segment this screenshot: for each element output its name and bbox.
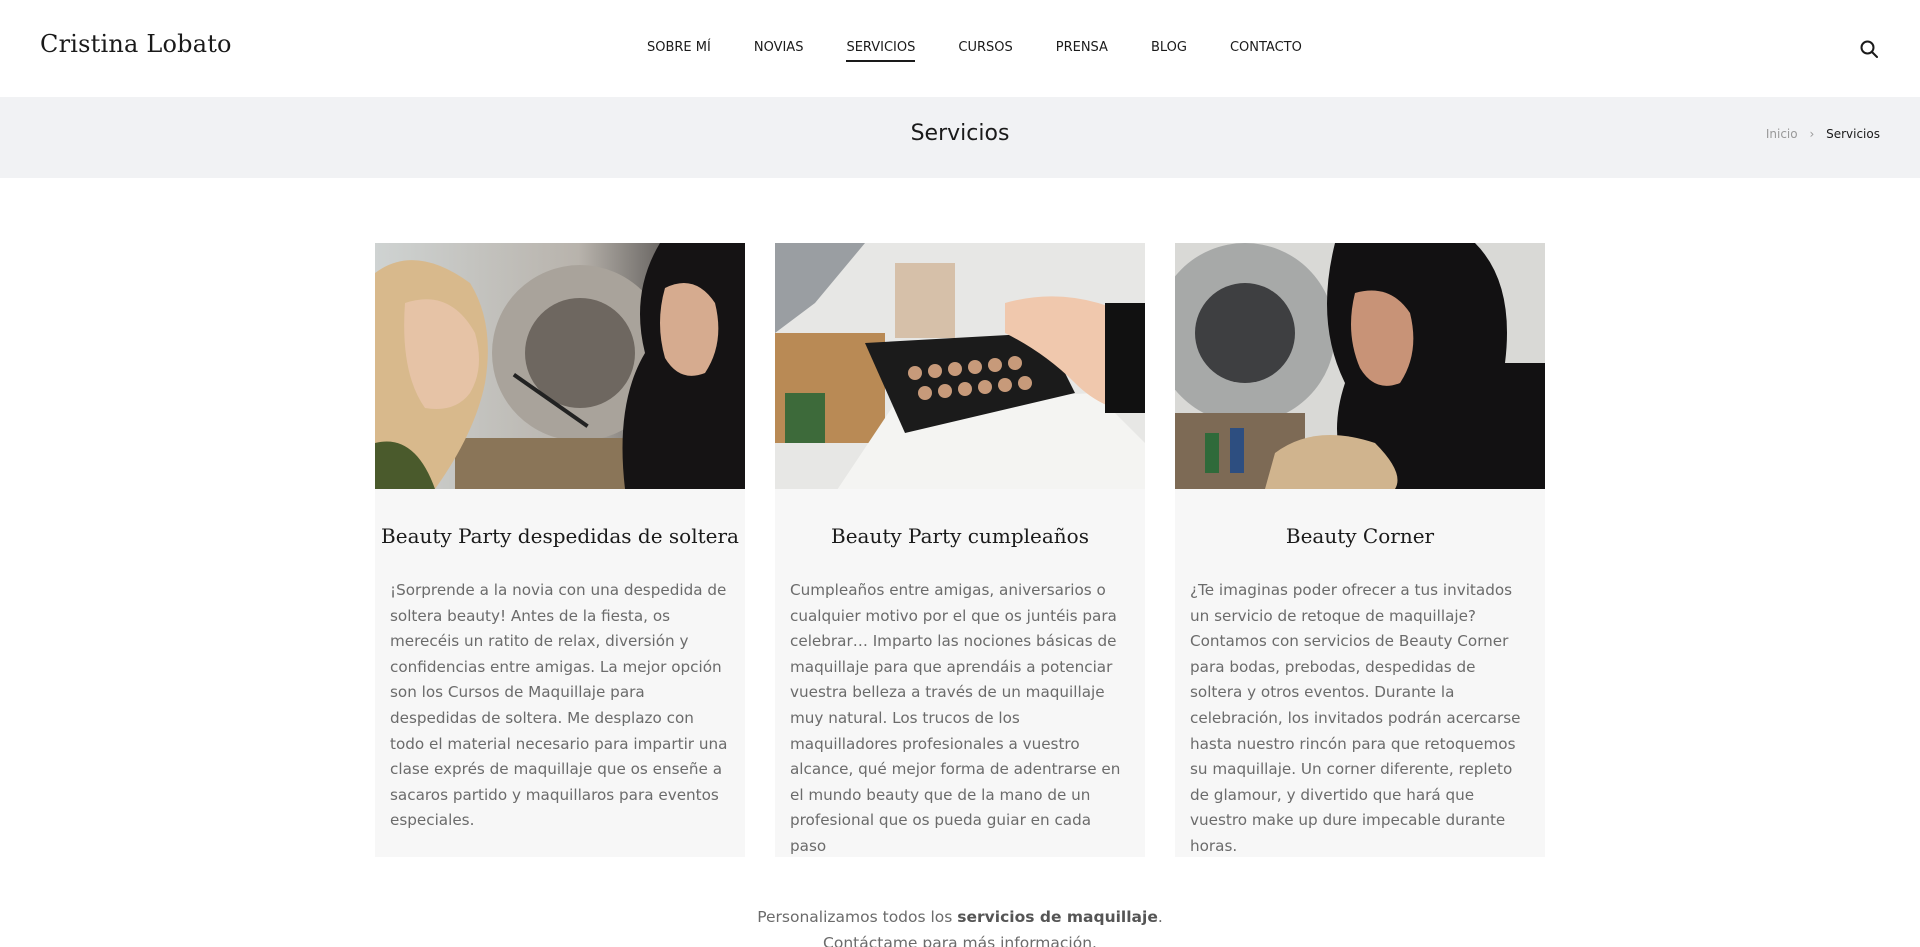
nav-item-sobre-mi[interactable]: SOBRE MÍ	[647, 40, 711, 62]
service-card-description: Cumpleaños entre amigas, aniversarios o …	[790, 581, 1121, 855]
service-card: Beauty Party cumpleaños Cumpleaños entre…	[775, 243, 1145, 857]
service-card: Beauty Party despedidas de soltera ¡Sorp…	[375, 243, 745, 857]
service-card-title[interactable]: Beauty Party despedidas de soltera	[375, 524, 745, 548]
service-photo-eyeshadow-palette[interactable]	[775, 243, 1145, 489]
service-card-description: ¿Te imaginas poder ofrecer a tus invitad…	[1190, 581, 1521, 855]
search-icon[interactable]	[1860, 40, 1878, 58]
nav-item-novias[interactable]: NOVIAS	[754, 40, 804, 62]
site-logo[interactable]: Cristina Lobato	[40, 30, 232, 58]
nav-item-servicios[interactable]: SERVICIOS	[846, 40, 916, 62]
nav-item-blog[interactable]: BLOG	[1151, 40, 1187, 62]
services-cta-line-2[interactable]: Contáctame para más información.	[0, 930, 1920, 947]
services-cta-text: Personalizamos todos los servicios de ma…	[0, 904, 1920, 947]
nav-item-contacto[interactable]: CONTACTO	[1230, 40, 1302, 62]
site-header: Cristina Lobato SOBRE MÍ NOVIAS SERVICIO…	[0, 0, 1920, 97]
page-title-bar: Servicios Inicio › Servicios	[0, 97, 1920, 178]
breadcrumb-current: Servicios	[1826, 127, 1880, 141]
nav-item-cursos[interactable]: CURSOS	[958, 40, 1012, 62]
service-photo-beauty-corner[interactable]	[1175, 243, 1545, 489]
services-cta-highlight: servicios de maquillaje	[957, 908, 1158, 926]
services-cta-line-1: Personalizamos todos los servicios de ma…	[757, 908, 1163, 926]
service-card-description: ¡Sorprende a la novia con una despedida …	[390, 581, 728, 830]
nav-item-prensa[interactable]: PRENSA	[1056, 40, 1108, 62]
page-title: Servicios	[910, 121, 1010, 146]
breadcrumb-separator-icon: ›	[1809, 127, 1815, 141]
breadcrumb-home-link[interactable]: Inicio	[1766, 127, 1798, 141]
main-nav: SOBRE MÍ NOVIAS SERVICIOS CURSOS PRENSA …	[647, 40, 1345, 62]
service-photo-makeup-lips[interactable]	[375, 243, 745, 489]
service-card-title[interactable]: Beauty Corner	[1175, 524, 1545, 548]
breadcrumb: Inicio › Servicios	[1766, 127, 1880, 141]
service-card: Beauty Corner ¿Te imaginas poder ofrecer…	[1175, 243, 1545, 857]
service-card-title[interactable]: Beauty Party cumpleaños	[775, 524, 1145, 548]
